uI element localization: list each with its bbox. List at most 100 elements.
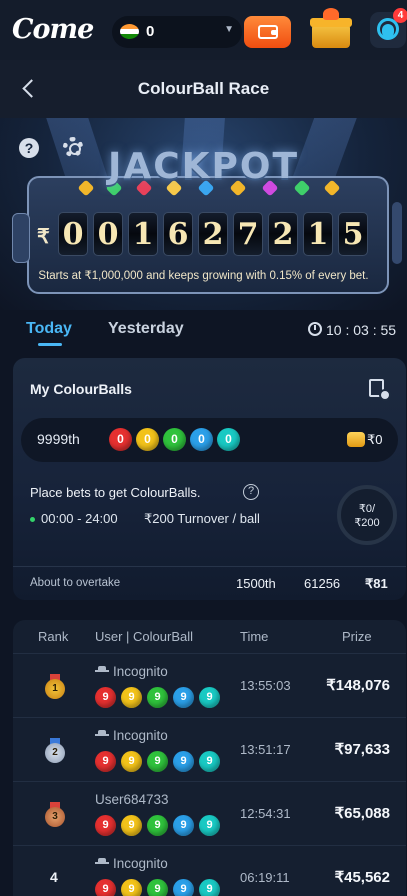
- tab-yesterday[interactable]: Yesterday: [108, 320, 184, 338]
- colour-ball: 9: [173, 687, 194, 708]
- colour-ball: 9: [147, 879, 168, 896]
- colour-ball: 9: [147, 687, 168, 708]
- jackpot-digit: 0: [93, 212, 123, 256]
- colour-ball: 9: [173, 751, 194, 772]
- user-label: Incognito: [113, 856, 168, 871]
- balance-value: 0: [146, 23, 155, 40]
- colour-ball: 9: [95, 687, 116, 708]
- colour-ball: 9: [173, 815, 194, 836]
- jackpot-banner: ? JACKPOT ₹ 0 0 1 6 2 7 2 1 5 Starts at …: [0, 118, 407, 310]
- overtake-number: 61256: [304, 576, 341, 591]
- progress-target: ₹200: [354, 517, 380, 529]
- leaderboard-row: 3 User684733 9 9 9 9 9 12:54:31 ₹65,088: [13, 781, 406, 845]
- user-label: User684733: [95, 792, 169, 807]
- day-tabs: Today Yesterday 10 : 03 : 55: [0, 310, 407, 354]
- jackpot-subtitle: Starts at ₹1,000,000 and keeps growing w…: [38, 270, 369, 282]
- jackpot-digit: 6: [163, 212, 193, 256]
- slot-time: 00:00 - 24:00: [41, 511, 118, 526]
- page-title: ColourBall Race: [137, 79, 270, 98]
- leaderboard-row: 1 Incognito 9 9 9 9 9 13:55:03 ₹148,076: [13, 653, 406, 717]
- gold-medal-icon: 1: [45, 674, 65, 699]
- colour-ball: 9: [147, 751, 168, 772]
- colour-ball: 9: [199, 751, 220, 772]
- card-title: My ColourBalls: [30, 381, 132, 397]
- jackpot-counter: ₹ 0 0 1 6 2 7 2 1 5: [34, 212, 380, 258]
- question-circle-icon[interactable]: ?: [243, 484, 259, 500]
- rank-number: 4: [50, 869, 58, 885]
- colour-ball: 9: [95, 815, 116, 836]
- jackpot-digit: 5: [338, 212, 368, 256]
- overtake-row: About to overtake 1500th 61256 ₹81: [13, 566, 406, 602]
- colour-ball: 9: [95, 751, 116, 772]
- colour-ball: 9: [199, 879, 220, 896]
- balance-selector[interactable]: 0 ▼: [112, 16, 242, 48]
- colour-ball: 9: [121, 815, 142, 836]
- colour-ball: 9: [121, 751, 142, 772]
- wallet-button[interactable]: [244, 16, 291, 48]
- slot-turnover: ₹200 Turnover / ball: [144, 511, 260, 526]
- jackpot-digit: 7: [233, 212, 263, 256]
- wallet-icon: [258, 25, 278, 39]
- my-colourballs-card: My ColourBalls 9999th 00000 ₹0 Place bet…: [13, 358, 406, 600]
- user-name: Incognito: [95, 856, 168, 871]
- my-reward: ₹0: [367, 432, 383, 447]
- bet-time: 12:54:31: [240, 806, 291, 821]
- header-time: Time: [240, 629, 269, 644]
- header-prize: Prize: [342, 629, 372, 644]
- notification-badge: 4: [393, 8, 407, 23]
- jackpot-digit: 1: [128, 212, 158, 256]
- header-rank: Rank: [38, 629, 69, 644]
- incognito-icon: [95, 666, 109, 676]
- leaderboard-table: Rank User | ColourBall Time Prize 1 Incog…: [13, 620, 406, 896]
- leaderboard-row: 4 Incognito 9 9 9 9 9 06:19:11 ₹45,562: [13, 845, 406, 896]
- medal-rank: 2: [45, 743, 65, 763]
- incognito-icon: [95, 730, 109, 740]
- medal-rank: 1: [45, 679, 65, 699]
- leaderboard-row: 2 Incognito 9 9 9 9 9 13:51:17 ₹97,633: [13, 717, 406, 781]
- jackpot-digit: 2: [268, 212, 298, 256]
- bronze-medal-icon: 3: [45, 802, 65, 827]
- user-label: Incognito: [113, 664, 168, 679]
- tab-today[interactable]: Today: [26, 320, 72, 338]
- india-flag-icon: [120, 24, 139, 39]
- active-tab-indicator: [38, 343, 62, 346]
- progress-current: ₹0/: [358, 503, 376, 515]
- colour-ball: 9: [95, 879, 116, 896]
- history-document-icon[interactable]: [369, 379, 391, 401]
- nav-bar: ColourBall Race: [0, 60, 407, 118]
- bet-time: 13:55:03: [240, 678, 291, 693]
- colour-ball: 9: [199, 687, 220, 708]
- user-name: User684733: [95, 792, 169, 807]
- jackpot-digit: 2: [198, 212, 228, 256]
- colour-ball: 0: [190, 428, 213, 451]
- colour-ball: 0: [163, 428, 186, 451]
- colour-ball: 9: [121, 879, 142, 896]
- incognito-icon: [95, 858, 109, 868]
- right-lever: [392, 202, 402, 264]
- jackpot-digit: 1: [303, 212, 333, 256]
- medal-rank: 3: [45, 807, 65, 827]
- gift-box-icon[interactable]: [308, 8, 354, 50]
- prize-amount: ₹97,633: [334, 741, 390, 758]
- currency-symbol: ₹: [37, 226, 50, 248]
- jackpot-digit: 0: [58, 212, 88, 256]
- turnover-progress-ring: ₹0/ ₹200: [337, 485, 397, 545]
- silver-medal-icon: 2: [45, 738, 65, 763]
- prize-amount: ₹45,562: [334, 869, 390, 886]
- top-bar: Come 0 ▼ 4: [0, 0, 407, 60]
- colour-ball: 9: [147, 815, 168, 836]
- user-label: Incognito: [113, 728, 168, 743]
- colour-ball: 9: [173, 879, 194, 896]
- colour-ball: 9: [121, 687, 142, 708]
- bet-time: 13:51:17: [240, 742, 291, 757]
- user-name: Incognito: [95, 664, 168, 679]
- bet-time: 06:19:11: [240, 870, 290, 885]
- support-button[interactable]: 4: [370, 8, 407, 48]
- overtake-rank: 1500th: [236, 576, 276, 591]
- chevron-down-icon: ▼: [224, 24, 234, 35]
- my-rank: 9999th: [37, 431, 80, 447]
- brand-logo[interactable]: Come: [12, 14, 94, 45]
- user-name: Incognito: [95, 728, 168, 743]
- colour-ball: 9: [199, 815, 220, 836]
- overtake-label: About to overtake: [30, 577, 121, 589]
